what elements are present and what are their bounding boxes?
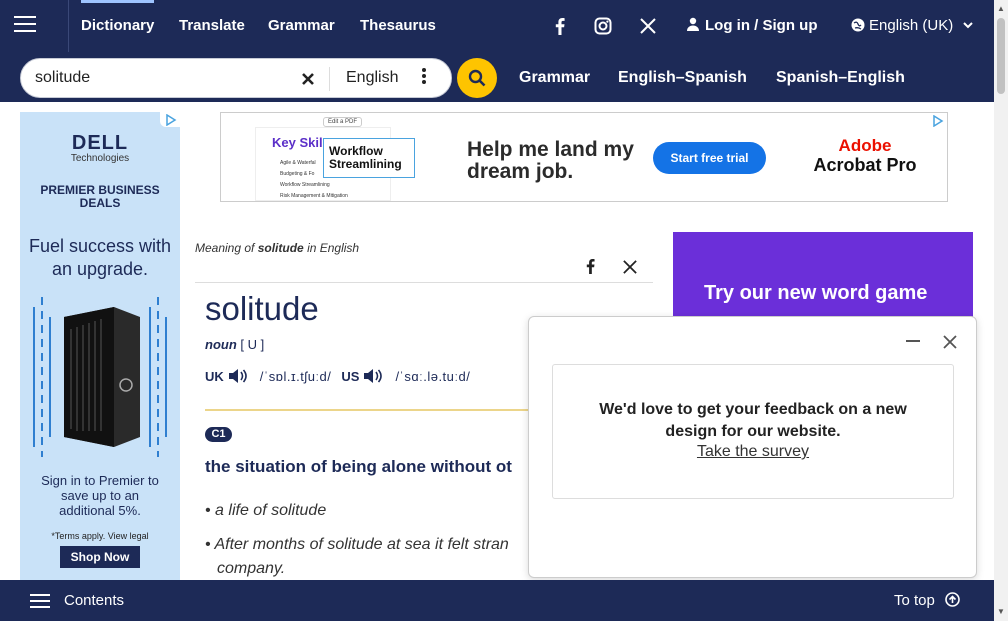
nav-divider (68, 0, 69, 52)
ad-headline: PREMIER BUSINESS DEALS (40, 183, 160, 210)
feedback-popup: We'd love to get your feedback on a new … (528, 316, 977, 578)
login-link[interactable]: Log in / Sign up (686, 17, 817, 34)
arrow-up-circle-icon (945, 592, 960, 607)
dell-logo-sub: Technologies (70, 153, 130, 164)
grammar-link[interactable]: Grammar (519, 69, 590, 87)
definition: the situation of being alone without ot (205, 457, 512, 476)
nav-thesaurus[interactable]: Thesaurus (360, 17, 436, 34)
shop-now-button[interactable]: Shop Now (60, 546, 140, 568)
word-game-promo[interactable]: Try our new word game (673, 232, 973, 322)
close-icon[interactable] (943, 329, 957, 355)
adobe-logo: Adobe (838, 136, 892, 155)
ad-tagline: Fuel success with an upgrade. (28, 236, 172, 279)
uk-audio-icon[interactable] (228, 368, 248, 384)
us-label: US (341, 368, 360, 384)
entry-divider (195, 282, 653, 283)
dell-logo: DELL (71, 132, 129, 154)
instagram-icon[interactable] (592, 15, 614, 37)
word-game-text: Try our new word game (704, 282, 928, 304)
english-spanish-link[interactable]: English–Spanish (618, 69, 747, 87)
search-box: English (20, 58, 452, 98)
search-input[interactable] (35, 69, 295, 87)
feedback-message: We'd love to get your feedback on a new … (599, 401, 907, 440)
menu-icon[interactable] (14, 16, 36, 34)
example-sentence-continued: company. (217, 560, 286, 577)
adchoices-icon[interactable] (160, 112, 180, 127)
adchoices-icon[interactable] (927, 113, 947, 128)
more-options-icon[interactable] (422, 68, 426, 86)
meaning-heading: Meaning of solitude in English (195, 241, 360, 255)
search-button[interactable] (457, 58, 497, 98)
highlight-box: Workflow Streamlining (323, 138, 415, 178)
x-icon[interactable] (637, 15, 659, 37)
start-trial-button[interactable]: Start free trial (653, 142, 766, 174)
chevron-down-icon (963, 22, 974, 29)
ad-terms: *Terms apply. View legal (51, 531, 149, 541)
banner-headline: Help me land my dream job. (467, 138, 634, 183)
left-ad[interactable]: DELL Technologies PREMIER BUSINESS DEALS… (20, 112, 180, 582)
to-top-button[interactable]: To top (894, 592, 960, 609)
scroll-down-arrow[interactable]: ▼ (997, 607, 1005, 616)
dictionary-selector[interactable]: English (346, 69, 398, 87)
ad-body: Sign in to Premier to save up to an addi… (41, 473, 159, 518)
search-bar: English Grammar English–Spanish Spanish–… (0, 52, 994, 102)
scrollbar-thumb[interactable] (997, 18, 1005, 94)
clear-search-icon[interactable] (302, 69, 314, 90)
globe-icon (851, 18, 865, 32)
scrollbar[interactable]: ▲ ▼ (994, 0, 1008, 621)
facebook-icon[interactable] (549, 15, 571, 37)
desktop-tower-image (56, 307, 144, 447)
spanish-english-link[interactable]: Spanish–English (776, 69, 905, 87)
example-sentence: • After months of solitude at sea it fel… (205, 536, 509, 553)
uk-ipa: /ˈsɒl.ɪ.tʃuːd/ (259, 368, 332, 384)
search-icon (468, 69, 486, 87)
nav-dictionary[interactable]: Dictionary (81, 0, 155, 34)
us-ipa: /ˈsɑː.lə.tuːd/ (395, 368, 471, 384)
resume-card-title: Key Skil (272, 135, 323, 150)
pronunciation: UK /ˈsɒl.ɪ.tʃuːd/ US /ˈsɑː.lə.tuːd/ (205, 368, 470, 384)
banner-ad[interactable]: Key Skil Agile & Waterfal Budgeting & Fo W… (220, 112, 948, 202)
nav-grammar[interactable]: Grammar (268, 17, 335, 34)
facebook-share-icon[interactable] (586, 259, 600, 275)
cefr-level-badge: C1 (205, 427, 232, 442)
bottom-bar: Contents To top (0, 580, 994, 621)
part-of-speech: noun [ U ] (205, 337, 265, 352)
minimize-icon[interactable] (906, 340, 920, 342)
user-icon (687, 17, 699, 31)
us-audio-icon[interactable] (363, 368, 383, 384)
nav-translate[interactable]: Translate (179, 17, 245, 34)
example-sentence: • a life of solitude (205, 502, 327, 519)
scroll-up-arrow[interactable]: ▲ (997, 4, 1005, 13)
language-selector[interactable]: English (UK) (851, 17, 974, 34)
acrobat-logo: Acrobat Pro (813, 155, 917, 175)
uk-label: UK (205, 368, 224, 384)
contents-menu-icon[interactable] (30, 594, 50, 612)
search-divider (329, 67, 330, 91)
x-share-icon[interactable] (623, 260, 637, 274)
take-survey-link[interactable]: Take the survey (553, 443, 953, 461)
contents-button[interactable]: Contents (64, 592, 124, 609)
sense-divider (205, 409, 535, 411)
top-nav-bar: Dictionary Translate Grammar Thesaurus L… (0, 0, 994, 52)
feedback-card: We'd love to get your feedback on a new … (552, 364, 954, 499)
headword: solitude (205, 290, 319, 327)
edit-pdf-badge: Edit a PDF (323, 117, 363, 127)
